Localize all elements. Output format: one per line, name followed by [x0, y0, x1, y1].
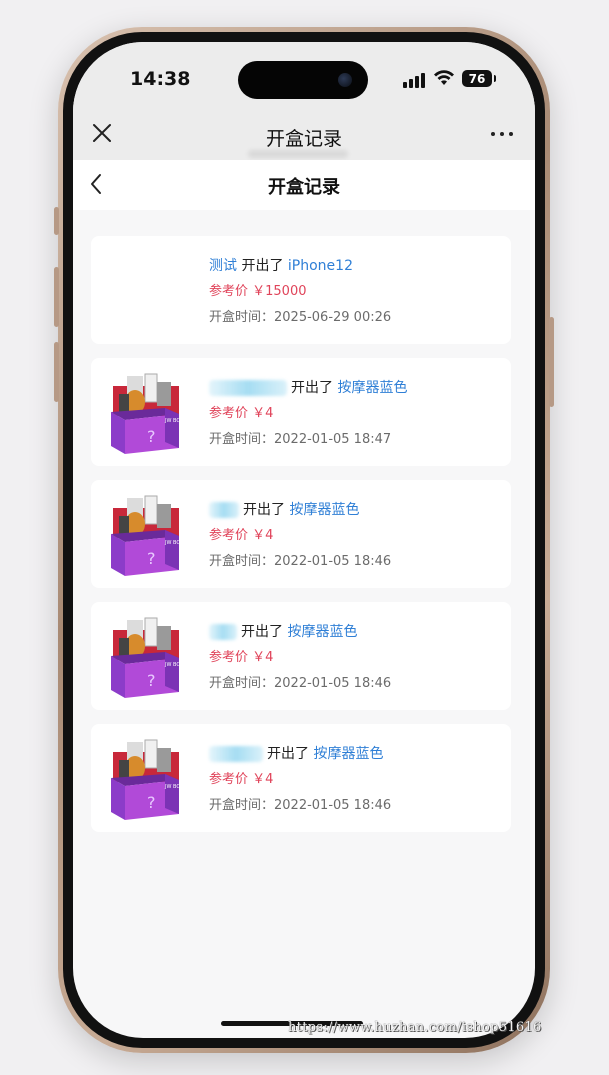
- record-user-blurred: [209, 624, 237, 640]
- record-card[interactable]: ? JW BOX 开出了 按摩器蓝色 参考价 ￥4 开盒时间：2022-01-05 …: [91, 480, 511, 588]
- record-action: 开出了: [241, 624, 283, 640]
- record-product-link[interactable]: 按摩器蓝色: [289, 502, 359, 518]
- svg-text:JW BOX: JW BOX: [164, 662, 184, 668]
- record-time: 开盒时间：2022-01-05 18:46: [209, 554, 392, 569]
- record-user-blurred: [209, 746, 263, 762]
- record-list: 测试 开出了 iPhone12 参考价 ￥15000 开盒时间：2025-06-29…: [91, 236, 511, 846]
- record-product-link[interactable]: 按摩器蓝色: [313, 746, 383, 762]
- record-price: 参考价 ￥4: [209, 406, 274, 421]
- watermark-text: https://www.huzhan.com/ishop51616: [288, 1020, 542, 1035]
- phone-frame: 14:38 76 开盒记录 开盒记录 测试 开出了 iPhone12 参考价 ￥…: [54, 27, 554, 1053]
- power-button: [549, 317, 554, 407]
- record-time: 开盒时间：2022-01-05 18:46: [209, 798, 392, 813]
- dynamic-island: [238, 61, 368, 99]
- record-thumbnail: ? JW BOX: [107, 372, 187, 456]
- record-summary: 开出了 按摩器蓝色: [209, 378, 407, 398]
- svg-text:JW BOX: JW BOX: [164, 540, 184, 546]
- record-time: 开盒时间：2022-01-05 18:47: [209, 432, 392, 447]
- more-icon[interactable]: [491, 130, 517, 138]
- record-product-link[interactable]: 按摩器蓝色: [287, 624, 357, 640]
- nav-title: 开盒记录: [265, 128, 342, 150]
- record-price: 参考价 ￥4: [209, 772, 274, 787]
- svg-text:JW BOX: JW BOX: [164, 418, 184, 424]
- record-summary: 测试 开出了 iPhone12: [209, 256, 391, 276]
- record-price: 参考价 ￥15000: [209, 284, 307, 299]
- record-text: 测试 开出了 iPhone12 参考价 ￥15000 开盒时间：2025-06-29…: [209, 256, 391, 328]
- camera-icon: [338, 73, 352, 87]
- record-text: 开出了 按摩器蓝色参考价 ￥4 开盒时间：2022-01-05 18:46: [209, 744, 391, 816]
- action-button: [54, 207, 59, 235]
- nav-url-blurred: [248, 150, 348, 158]
- mystery-box-image: ? JW BOX: [111, 373, 184, 454]
- record-action: 开出了: [291, 380, 333, 396]
- browser-nav-bar: 开盒记录: [73, 102, 535, 160]
- svg-text:?: ?: [147, 671, 156, 690]
- record-card[interactable]: ? JW BOX 开出了 按摩器蓝色参考价 ￥4 开盒时间：2022-01-05 …: [91, 724, 511, 832]
- record-product-link[interactable]: iPhone12: [288, 258, 353, 274]
- svg-text:?: ?: [147, 427, 156, 446]
- mystery-box-image: ? JW BOX: [111, 739, 184, 820]
- record-card[interactable]: ? JW BOX 开出了 按摩器蓝色参考价 ￥4 开盒时间：2022-01-05 …: [91, 358, 511, 466]
- record-text: 开出了 按摩器蓝色参考价 ￥4 开盒时间：2022-01-05 18:47: [209, 378, 407, 450]
- record-text: 开出了 按摩器蓝色 参考价 ￥4 开盒时间：2022-01-05 18:46: [209, 500, 391, 572]
- battery-indicator: 76: [462, 70, 496, 87]
- record-card[interactable]: ? JW BOX 开出了 按摩器蓝色 参考价 ￥4 开盒时间：2022-01-05 …: [91, 602, 511, 710]
- svg-text:JW BOX: JW BOX: [164, 784, 184, 790]
- signal-icon: [403, 72, 427, 88]
- record-user-blurred: [209, 502, 239, 518]
- record-summary: 开出了 按摩器蓝色: [209, 744, 391, 764]
- record-user-blurred: [209, 380, 287, 396]
- record-user[interactable]: 测试: [209, 258, 237, 274]
- mystery-box-image: ? JW BOX: [111, 495, 184, 576]
- record-thumbnail: ? JW BOX: [107, 738, 187, 822]
- volume-up-button: [54, 267, 59, 327]
- screen: 14:38 76 开盒记录 开盒记录 测试 开出了 iPhone12 参考价 ￥…: [73, 42, 535, 1038]
- page-title: 开盒记录: [268, 177, 340, 198]
- mystery-box-image: ? JW BOX: [111, 617, 184, 698]
- volume-down-button: [54, 342, 59, 402]
- record-summary: 开出了 按摩器蓝色: [209, 500, 391, 520]
- record-action: 开出了: [241, 258, 284, 274]
- record-card[interactable]: 测试 开出了 iPhone12 参考价 ￥15000 开盒时间：2025-06-29…: [91, 236, 511, 344]
- page-header: 开盒记录: [73, 160, 535, 210]
- record-product-link[interactable]: 按摩器蓝色: [337, 380, 407, 396]
- record-action: 开出了: [243, 502, 285, 518]
- record-price: 参考价 ￥4: [209, 650, 274, 665]
- record-price: 参考价 ￥4: [209, 528, 274, 543]
- record-thumbnail: ? JW BOX: [107, 494, 187, 578]
- record-time: 开盒时间：2022-01-05 18:46: [209, 676, 392, 691]
- record-thumbnail: ? JW BOX: [107, 616, 187, 700]
- svg-text:?: ?: [147, 793, 156, 812]
- record-action: 开出了: [267, 746, 309, 762]
- status-time: 14:38: [130, 68, 191, 90]
- wifi-icon: [434, 70, 454, 85]
- record-summary: 开出了 按摩器蓝色: [209, 622, 391, 642]
- record-time: 开盒时间：2025-06-29 00:26: [209, 310, 392, 325]
- record-text: 开出了 按摩器蓝色 参考价 ￥4 开盒时间：2022-01-05 18:46: [209, 622, 391, 694]
- svg-text:?: ?: [147, 549, 156, 568]
